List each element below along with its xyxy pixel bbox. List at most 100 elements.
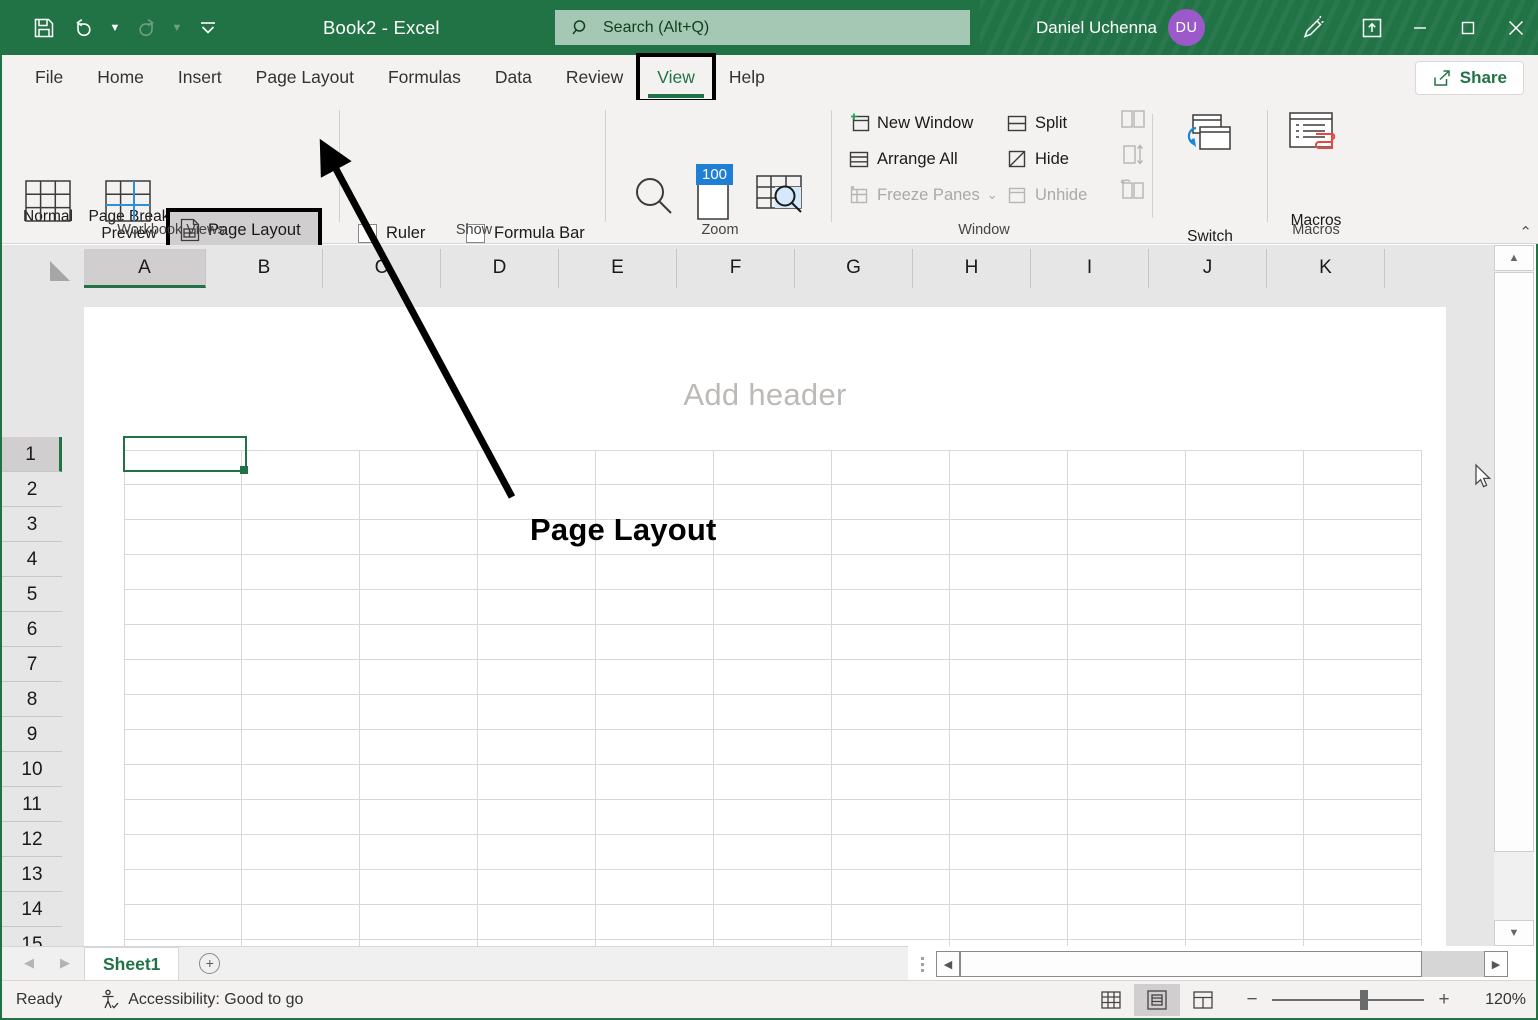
zoom-out-button[interactable]: − xyxy=(1244,989,1260,1011)
cell[interactable] xyxy=(596,835,714,870)
cell[interactable] xyxy=(242,765,360,800)
cell[interactable] xyxy=(360,450,478,485)
cell[interactable] xyxy=(1304,765,1422,800)
cell[interactable] xyxy=(360,695,478,730)
cell[interactable] xyxy=(478,870,596,905)
cell[interactable] xyxy=(242,905,360,940)
cell[interactable] xyxy=(124,555,242,590)
cell[interactable] xyxy=(950,555,1068,590)
cell[interactable] xyxy=(1304,800,1422,835)
active-cell-selection[interactable] xyxy=(123,436,247,472)
cell[interactable] xyxy=(478,660,596,695)
cell[interactable] xyxy=(124,905,242,940)
cell[interactable] xyxy=(124,870,242,905)
row-header-13[interactable]: 13 xyxy=(2,857,62,892)
tab-help[interactable]: Help xyxy=(712,55,782,100)
cell[interactable] xyxy=(832,730,950,765)
cell[interactable] xyxy=(950,835,1068,870)
row-header-2[interactable]: 2 xyxy=(2,472,62,507)
row-header-8[interactable]: 8 xyxy=(2,682,62,717)
column-header-j[interactable]: J xyxy=(1149,249,1267,288)
cell[interactable] xyxy=(596,590,714,625)
column-header-b[interactable]: B xyxy=(206,249,323,288)
cell[interactable] xyxy=(1186,765,1304,800)
undo-icon[interactable] xyxy=(64,9,104,47)
cell[interactable] xyxy=(714,800,832,835)
cell[interactable] xyxy=(714,695,832,730)
account-area[interactable]: Daniel Uchenna DU xyxy=(1036,0,1205,55)
cell[interactable] xyxy=(242,730,360,765)
sheet-nav-next-icon[interactable]: ▶ xyxy=(60,955,70,971)
cell[interactable] xyxy=(124,730,242,765)
cell[interactable] xyxy=(714,870,832,905)
cell[interactable] xyxy=(124,520,242,555)
cell[interactable] xyxy=(1068,485,1186,520)
cell[interactable] xyxy=(124,590,242,625)
cell[interactable] xyxy=(1304,835,1422,870)
cell[interactable] xyxy=(1304,695,1422,730)
cell[interactable] xyxy=(832,590,950,625)
cell[interactable] xyxy=(478,590,596,625)
zoom-in-button[interactable]: + xyxy=(1436,989,1452,1011)
cell[interactable] xyxy=(360,555,478,590)
cell[interactable] xyxy=(1068,905,1186,940)
cell[interactable] xyxy=(360,765,478,800)
column-header-f[interactable]: F xyxy=(677,249,795,288)
zoom-level-value[interactable]: 120% xyxy=(1470,991,1526,1009)
cell[interactable] xyxy=(596,870,714,905)
cell[interactable] xyxy=(1068,520,1186,555)
zoom-slider-track[interactable] xyxy=(1272,999,1424,1001)
cell[interactable] xyxy=(478,835,596,870)
cell[interactable] xyxy=(1068,870,1186,905)
cell[interactable] xyxy=(1186,555,1304,590)
tab-insert[interactable]: Insert xyxy=(161,55,239,100)
cell[interactable] xyxy=(360,870,478,905)
cell[interactable] xyxy=(242,870,360,905)
cell[interactable] xyxy=(242,835,360,870)
cell[interactable] xyxy=(714,905,832,940)
sheet-nav-prev-icon[interactable]: ◀ xyxy=(24,955,34,971)
customize-quick-access-toolbar-icon[interactable] xyxy=(188,9,228,47)
cell[interactable] xyxy=(596,800,714,835)
zoom-slider-control[interactable]: − + 120% xyxy=(1244,989,1526,1011)
ribbon-display-options-icon[interactable] xyxy=(1348,0,1396,55)
avatar[interactable]: DU xyxy=(1168,9,1205,46)
share-button[interactable]: Share xyxy=(1415,61,1524,95)
zoom-slider-thumb[interactable] xyxy=(1360,990,1368,1010)
horizontal-scrollbar[interactable]: ◀ ▶ xyxy=(908,948,1508,980)
column-header-d[interactable]: D xyxy=(441,249,559,288)
cell[interactable] xyxy=(596,660,714,695)
cell[interactable] xyxy=(242,625,360,660)
cell[interactable] xyxy=(124,485,242,520)
cell[interactable] xyxy=(1186,520,1304,555)
tab-formulas[interactable]: Formulas xyxy=(371,55,478,100)
collapse-ribbon-chevron-up-icon[interactable]: ⌃ xyxy=(1519,223,1532,241)
cell[interactable] xyxy=(950,695,1068,730)
row-header-9[interactable]: 9 xyxy=(2,717,62,752)
cell[interactable] xyxy=(950,590,1068,625)
scroll-right-arrow-icon[interactable]: ▶ xyxy=(1484,951,1508,977)
cell[interactable] xyxy=(832,800,950,835)
cell[interactable] xyxy=(478,625,596,660)
pen-icon[interactable] xyxy=(1280,0,1348,55)
cell[interactable] xyxy=(714,625,832,660)
worksheet-area[interactable]: Add header xyxy=(62,292,1498,946)
row-header-5[interactable]: 5 xyxy=(2,577,62,612)
row-header-1[interactable]: 1 xyxy=(2,437,62,472)
column-header-i[interactable]: I xyxy=(1031,249,1149,288)
new-window-button[interactable]: New Window xyxy=(848,112,973,134)
cell[interactable] xyxy=(950,765,1068,800)
cell[interactable] xyxy=(124,765,242,800)
cell[interactable] xyxy=(950,730,1068,765)
minimize-button[interactable] xyxy=(1396,0,1444,55)
cell[interactable] xyxy=(832,520,950,555)
cell[interactable] xyxy=(1068,555,1186,590)
cell[interactable] xyxy=(1186,485,1304,520)
hide-button[interactable]: Hide xyxy=(1006,148,1069,170)
search-input[interactable]: Search (Alt+Q) xyxy=(555,10,970,45)
cell[interactable] xyxy=(950,520,1068,555)
cell[interactable] xyxy=(1304,520,1422,555)
cell[interactable] xyxy=(478,800,596,835)
horizontal-scroll-thumb[interactable] xyxy=(960,951,1422,977)
cell[interactable] xyxy=(714,555,832,590)
